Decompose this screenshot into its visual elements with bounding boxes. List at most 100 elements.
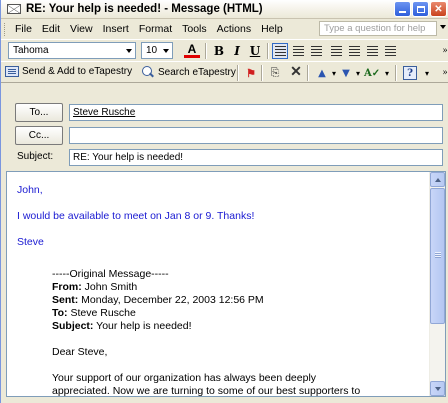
maximize-button[interactable] (412, 1, 429, 17)
chevron-down-icon[interactable] (126, 49, 132, 53)
menu-view[interactable]: View (65, 23, 98, 35)
align-left-button[interactable] (272, 43, 288, 59)
align-center-button[interactable] (290, 43, 306, 59)
address-header: To... Steve Rusche Cc... Subject: RE: Yo… (1, 83, 448, 170)
send-etapestry-label: Send & Add to eTapestry (22, 66, 133, 77)
increase-indent-button[interactable] (382, 43, 398, 59)
title-bar[interactable]: RE: Your help is needed! - Message (HTML… (1, 0, 448, 19)
menu-format[interactable]: Format (134, 23, 177, 35)
toolbar-separator (267, 43, 269, 59)
send-etapestry-button[interactable]: Send & Add to eTapestry (5, 66, 132, 77)
original-to: To: Steve Rusche (52, 307, 136, 319)
search-etapestry-label: Search eTapestry (158, 66, 236, 78)
original-message: -----Original Message----- From: John Sm… (52, 268, 432, 397)
underline-button[interactable]: U (247, 43, 263, 59)
font-name-value: Tahoma (13, 45, 49, 56)
minimize-icon (399, 11, 406, 13)
chevron-up-icon (434, 177, 441, 182)
search-etapestry-button[interactable]: Search eTapestry (141, 66, 236, 78)
subject-label: Subject: (17, 151, 54, 162)
reply-signature: Steve (17, 236, 44, 248)
scroll-up-button[interactable] (430, 172, 445, 187)
message-body[interactable]: John, I would be available to meet on Ja… (6, 171, 446, 397)
menu-file[interactable]: File (10, 23, 37, 35)
menu-help[interactable]: Help (256, 23, 288, 35)
toolbar-overflow-icon[interactable]: » (437, 65, 448, 81)
indent-icon (384, 46, 396, 56)
to-recipient[interactable]: Steve Rusche (73, 107, 135, 118)
original-message-header: -----Original Message----- (52, 268, 169, 280)
menu-bar: File Edit View Insert Format Tools Actio… (1, 20, 448, 38)
toolbar-separator (395, 65, 397, 81)
send-icon (5, 66, 19, 77)
outdent-icon (366, 46, 378, 56)
chevron-down-icon[interactable] (163, 49, 169, 53)
attach-file-icon[interactable]: ⎘ (267, 65, 283, 81)
formatting-toolbar: Tahoma 10 A B I U » (1, 39, 448, 61)
flag-icon[interactable]: ⚑ (243, 65, 259, 81)
bullet-list-icon (330, 46, 342, 56)
bold-button[interactable]: B (211, 43, 227, 59)
menu-edit[interactable]: Edit (37, 23, 65, 35)
toolbar-grip[interactable] (4, 22, 7, 36)
chevron-down-icon[interactable]: ▾ (419, 65, 435, 81)
help-button[interactable]: ? (402, 65, 418, 81)
window-controls: ✕ (394, 1, 447, 17)
menu-actions[interactable]: Actions (212, 23, 256, 35)
align-left-icon (274, 46, 286, 56)
original-salutation: Dear Steve, (52, 346, 108, 358)
help-icon: ? (403, 66, 417, 80)
grip-icon (435, 252, 441, 258)
vertical-scrollbar[interactable] (429, 172, 445, 396)
toolbar-separator (261, 65, 263, 81)
numbering-button[interactable] (346, 43, 362, 59)
to-field[interactable]: Steve Rusche (69, 104, 443, 121)
reply-line: I would be available to meet on Jan 8 or… (17, 210, 255, 222)
cc-button[interactable]: Cc... (15, 126, 63, 145)
minimize-button[interactable] (394, 1, 411, 17)
help-dropdown-icon[interactable] (440, 25, 446, 29)
font-size-select[interactable]: 10 (141, 42, 173, 59)
toolbar-separator (205, 43, 207, 59)
menu-insert[interactable]: Insert (98, 23, 134, 35)
standard-toolbar: Send & Add to eTapestry Search eTapestry… (1, 61, 448, 83)
toolbar-separator (237, 65, 239, 81)
original-paragraph-line2: appreciated. Now we are turning to some … (52, 385, 361, 397)
chevron-down-icon[interactable]: ▾ (379, 65, 395, 81)
align-right-icon (310, 46, 322, 56)
spelling-icon[interactable]: A✓ (364, 65, 380, 81)
reply-greeting: John, (17, 184, 43, 196)
search-icon (141, 66, 155, 78)
help-question-input[interactable]: Type a question for help (319, 21, 437, 36)
maximize-icon (416, 5, 425, 13)
italic-button[interactable]: I (229, 43, 245, 59)
font-color-icon[interactable]: A (184, 43, 200, 58)
scrollbar-thumb[interactable] (430, 188, 445, 324)
to-button[interactable]: To... (15, 103, 63, 122)
chevron-down-icon (434, 386, 441, 391)
envelope-icon (7, 4, 21, 14)
delete-icon[interactable]: ✕ (288, 64, 304, 80)
message-window: RE: Your help is needed! - Message (HTML… (0, 0, 448, 403)
font-size-value: 10 (146, 45, 158, 56)
toolbar-separator (307, 65, 309, 81)
original-sent: Sent: Monday, December 22, 2003 12:56 PM (52, 294, 264, 306)
align-right-button[interactable] (308, 43, 324, 59)
font-name-select[interactable]: Tahoma (8, 42, 136, 59)
original-paragraph-line1: Your support of our organization has alw… (52, 372, 317, 384)
reply-text: John, I would be available to meet on Ja… (17, 184, 417, 249)
bullets-button[interactable] (328, 43, 344, 59)
align-center-icon (292, 46, 304, 56)
toolbar-overflow-icon[interactable]: » (437, 43, 448, 59)
cc-field[interactable] (69, 127, 443, 144)
numbered-list-icon (348, 46, 360, 56)
original-subject: Subject: Your help is needed! (52, 320, 192, 332)
close-button[interactable]: ✕ (430, 1, 447, 17)
scroll-down-button[interactable] (430, 381, 445, 396)
window-title: RE: Your help is needed! - Message (HTML… (26, 3, 263, 15)
original-from: From: John Smith (52, 281, 138, 293)
decrease-indent-button[interactable] (364, 43, 380, 59)
menu-tools[interactable]: Tools (177, 23, 212, 35)
subject-field[interactable]: RE: Your help is needed! (69, 149, 443, 166)
close-icon: ✕ (434, 3, 443, 15)
